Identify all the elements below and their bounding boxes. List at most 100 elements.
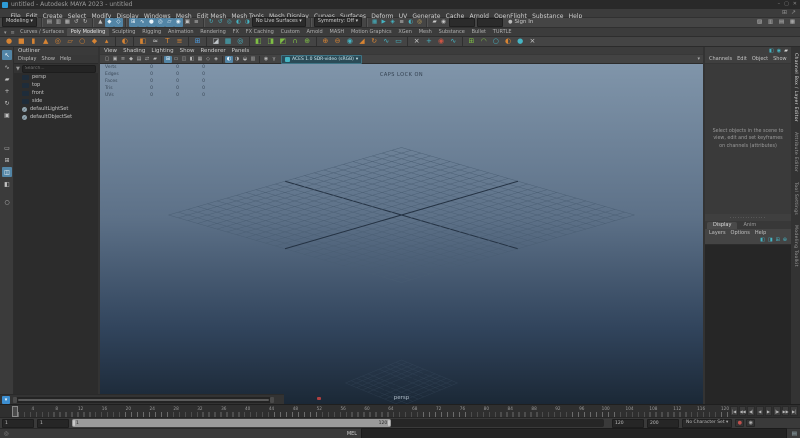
poly-cone-icon[interactable]: ▲ (41, 37, 50, 46)
edge-flow-icon[interactable]: ∿ (449, 37, 458, 46)
live-surface-selector[interactable]: No Live Surfaces ▾ (252, 17, 306, 27)
viewport-toolbar-overflow-icon[interactable]: ▾ (697, 56, 700, 62)
viewport-menu-lighting[interactable]: Lighting (151, 48, 173, 54)
grease-pencil-icon[interactable]: ▰ (151, 56, 159, 63)
shelf-tab-bullet[interactable]: Bullet (468, 28, 489, 36)
time-slider-track[interactable]: 4812162024283236404448525660646872768084… (12, 406, 728, 417)
channel-slider-mode-icon[interactable]: ◧ (769, 48, 774, 54)
image-plane-icon[interactable]: ▤ (135, 56, 143, 63)
uv-editor-icon[interactable]: ⊞ (193, 37, 202, 46)
snap-projected-center-icon[interactable]: ◎ (156, 18, 165, 27)
playback-end-field[interactable]: 120 (612, 419, 644, 428)
separate-mesh-icon[interactable]: ⊖ (333, 37, 342, 46)
lock-camera-icon[interactable]: ▣ (111, 56, 119, 63)
reflection-icon[interactable]: ◑ (243, 18, 252, 27)
xray-icon[interactable]: ◑ (233, 56, 241, 63)
camera-attributes-icon[interactable]: ≡ (119, 56, 127, 63)
mel-command-input[interactable] (361, 428, 787, 438)
viewport-menu-panels[interactable]: Panels (232, 48, 250, 54)
channel-box-menu-channels[interactable]: Channels (709, 56, 732, 62)
create-empty-layer-icon[interactable]: ⊞ (776, 237, 780, 243)
history-queue-icon[interactable]: ↺ (216, 18, 225, 27)
boolean-difference-icon[interactable]: ◨ (266, 37, 275, 46)
outliner-menu-display[interactable]: Display (18, 56, 36, 62)
undo-icon[interactable]: ↺ (72, 18, 81, 27)
playback-start-field[interactable]: 1 (37, 419, 69, 428)
move-layer-up-icon[interactable]: ◧ (760, 237, 765, 243)
shelf-tab-animation[interactable]: Animation (165, 28, 197, 36)
go-to-start-button[interactable]: |◀ (730, 406, 738, 416)
layer-list[interactable] (705, 245, 791, 404)
sculpt-tool-icon[interactable]: ◐ (120, 37, 129, 46)
render-current-frame-icon[interactable]: ▶ (379, 18, 388, 27)
isolate-select-toggle-icon[interactable]: ▥ (249, 56, 257, 63)
range-slider-track[interactable]: 1 120 (72, 419, 604, 427)
mel-language-toggle[interactable]: MEL (347, 431, 357, 437)
outliner-menu-show[interactable]: Show (41, 56, 55, 62)
shelf-tab-rendering[interactable]: Rendering (197, 28, 229, 36)
bridge-tool-icon[interactable]: ∩ (291, 37, 300, 46)
paint-effects-icon[interactable]: ▰ (430, 18, 439, 27)
range-slider-bar[interactable]: 1 120 (72, 419, 391, 427)
channel-box-menu-edit[interactable]: Edit (737, 56, 747, 62)
snap-to-grid-icon[interactable]: ⊞ (129, 18, 138, 27)
quad-draw-icon[interactable]: ▭ (394, 37, 403, 46)
scroll-right-arrow-icon[interactable] (270, 397, 274, 403)
layer-menu-options[interactable]: Options (731, 230, 750, 236)
layer-tab-display[interactable]: Display (707, 222, 737, 230)
outliner-search-input[interactable] (22, 65, 96, 73)
shelf-tab-substance[interactable]: Substance (435, 28, 468, 36)
outliner-header[interactable]: Outliner (14, 47, 98, 55)
lock-selection-icon[interactable]: ▣ (183, 18, 192, 27)
filter-icon[interactable]: ▼ (16, 66, 20, 72)
symmetry-selector[interactable]: Symmetry: Off ▾ (314, 17, 362, 27)
exposure-icon[interactable]: ◉ (262, 56, 270, 63)
viewport-menu-renderer[interactable]: Renderer (200, 48, 225, 54)
snap-to-curve-icon[interactable]: ∿ (138, 18, 147, 27)
move-tool[interactable]: + (2, 86, 12, 96)
poly-cube-icon[interactable]: ■ (17, 37, 26, 46)
step-forward-key-button[interactable]: ▶▶ (782, 406, 790, 416)
type-text-icon[interactable]: T (163, 37, 172, 46)
field-chart-icon[interactable]: ▦ (196, 56, 204, 63)
create-layer-from-selected-icon[interactable]: ⊕ (783, 237, 787, 243)
scale-tool[interactable]: ▣ (2, 110, 12, 120)
play-forwards-button[interactable]: ▶ (765, 406, 773, 416)
hypershade-icon[interactable]: ◐ (406, 18, 415, 27)
shelf-tab-curves-surfaces[interactable]: Curves / Surfaces (17, 28, 68, 36)
channel-speed-mode-icon[interactable]: ◉ (777, 48, 781, 54)
close-icon[interactable]: ✕ (793, 0, 797, 9)
timeline-scrollbar[interactable] (13, 397, 274, 403)
delete-history-icon[interactable]: × (528, 37, 537, 46)
select-component-icon[interactable]: ◇ (114, 18, 123, 27)
timeline-bookmark-marker[interactable] (317, 397, 321, 400)
animation-start-field[interactable]: 1 (2, 419, 34, 428)
resolution-gate-icon[interactable]: ◫ (180, 56, 188, 63)
safe-action-icon[interactable]: ◇ (204, 56, 212, 63)
shelf-tab-mash[interactable]: MASH (326, 28, 347, 36)
new-scene-icon[interactable]: ▤ (45, 18, 54, 27)
shelf-tab-fx-caching[interactable]: FX Caching (242, 28, 277, 36)
wireframe-toggle-icon[interactable]: ▦ (224, 37, 233, 46)
outliner-menu-help[interactable]: Help (60, 56, 71, 62)
soft-select-icon[interactable]: ◐ (234, 18, 243, 27)
shelf-tab-xgen[interactable]: XGen (395, 28, 415, 36)
save-scene-icon[interactable]: ▦ (63, 18, 72, 27)
layer-menu-help[interactable]: Help (755, 230, 766, 236)
gate-mask-icon[interactable]: ◧ (188, 56, 196, 63)
shelf-tab-mesh[interactable]: Mesh (415, 28, 435, 36)
channel-box-menu-object[interactable]: Object (752, 56, 768, 62)
shelf-edit-icon[interactable]: ≡ (9, 30, 17, 36)
project-curve-icon[interactable]: ∿ (382, 37, 391, 46)
step-back-frame-button[interactable]: ◀| (747, 406, 755, 416)
grid-toggle-icon[interactable]: ⊞ (164, 56, 172, 63)
outliner-item-defaultlightset[interactable]: ✓defaultLightSet (14, 105, 98, 113)
script-editor-icon[interactable]: ▤ (792, 431, 797, 437)
menu-set-selector[interactable]: Modeling ▾ (2, 17, 37, 27)
panel-drag-handle[interactable]: ·············· (705, 214, 791, 221)
make-live-icon[interactable]: ◉ (174, 18, 183, 27)
spin-edge-icon[interactable]: ↻ (370, 37, 379, 46)
poly-plane-icon[interactable]: ▱ (66, 37, 75, 46)
gamma-icon[interactable]: γ (270, 56, 278, 63)
bend-tool-icon[interactable]: ◠ (479, 37, 488, 46)
